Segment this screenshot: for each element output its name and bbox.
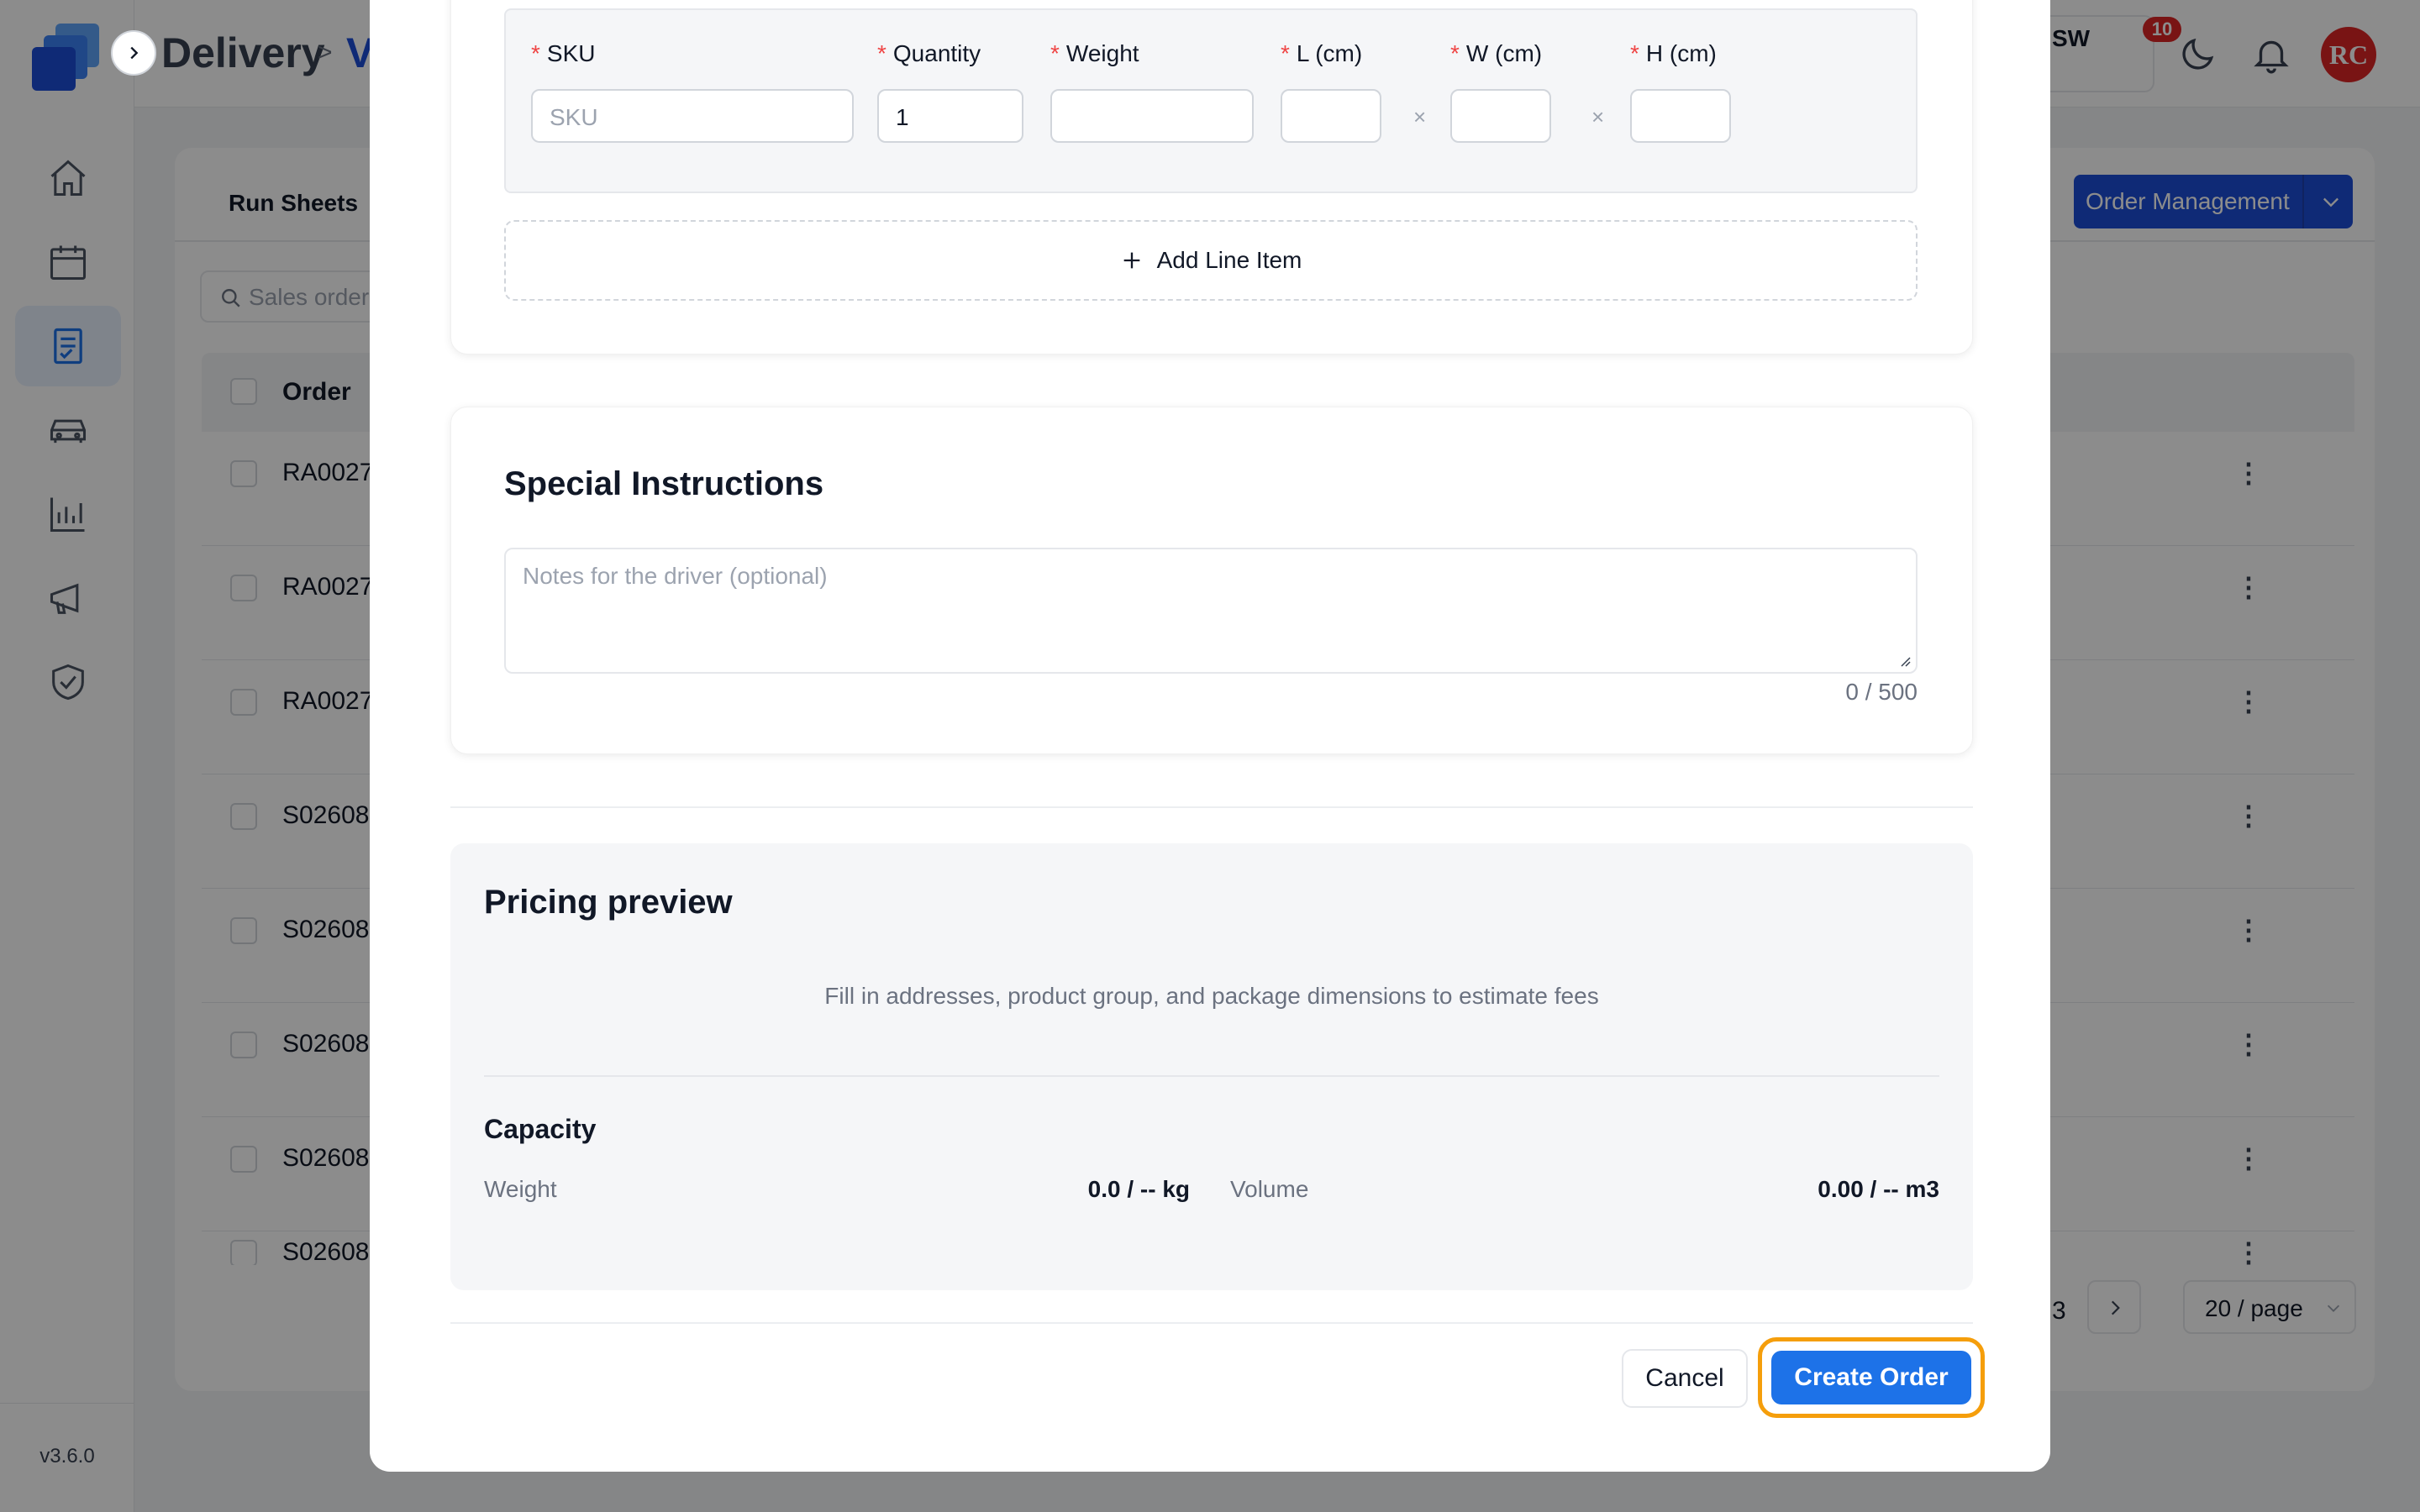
cancel-button[interactable]: Cancel	[1622, 1349, 1748, 1408]
required-mark: *	[1281, 40, 1290, 66]
width-input[interactable]	[1450, 89, 1551, 143]
sku-input[interactable]: SKU	[531, 89, 854, 143]
pricing-hint: Fill in addresses, product group, and pa…	[824, 983, 1599, 1009]
add-line-item-label: Add Line Item	[1156, 247, 1302, 273]
required-mark: *	[1450, 40, 1460, 66]
divider	[484, 1075, 1939, 1077]
pricing-preview-panel: Pricing preview Fill in addresses, produ…	[450, 843, 1973, 1290]
chevron-right-icon	[130, 46, 139, 60]
quantity-label: * Quantity	[877, 40, 981, 66]
capacity-volume-value: 0.00 / -- m3	[1818, 1176, 1939, 1202]
capacity-weight-label: Weight	[484, 1176, 557, 1202]
pricing-preview-title: Pricing preview	[484, 884, 733, 921]
capacity-weight-value: 0.0 / -- kg	[1087, 1176, 1190, 1202]
footer-divider	[450, 1322, 1973, 1324]
plus-icon	[1123, 252, 1139, 269]
special-instructions-textarea[interactable]: Notes for the driver (optional)	[504, 548, 1918, 674]
create-order-button[interactable]: Create Order	[1771, 1351, 1971, 1404]
height-input[interactable]	[1630, 89, 1731, 143]
capacity-title: Capacity	[484, 1114, 597, 1144]
sku-label: * SKU	[531, 40, 596, 66]
weight-label: * Weight	[1050, 40, 1139, 66]
create-order-label: Create Order	[1794, 1363, 1949, 1391]
resize-handle-icon[interactable]	[1897, 654, 1911, 667]
required-mark: *	[1050, 40, 1060, 66]
capacity-volume-label: Volume	[1230, 1176, 1309, 1202]
line-item-row: * SKU SKU * Quantity 1 * Weight * L (cm) × *…	[504, 8, 1918, 193]
required-mark: *	[877, 40, 886, 66]
add-line-item-button[interactable]: Add Line Item	[504, 220, 1918, 301]
height-label: * H (cm)	[1630, 40, 1717, 66]
cancel-label: Cancel	[1645, 1364, 1724, 1392]
character-counter: 0 / 500	[1845, 679, 1918, 705]
required-mark: *	[1630, 40, 1639, 66]
textarea-placeholder: Notes for the driver (optional)	[523, 563, 828, 589]
times-separator: ×	[1413, 104, 1427, 129]
weight-input[interactable]	[1050, 89, 1254, 143]
sidebar-expand-button[interactable]	[111, 30, 156, 76]
special-instructions-title: Special Instructions	[504, 465, 824, 502]
width-label: * W (cm)	[1450, 40, 1543, 66]
length-input[interactable]	[1281, 89, 1381, 143]
create-order-modal: * SKU SKU * Quantity 1 * Weight * L (cm) × *…	[370, 0, 2050, 1472]
divider	[450, 806, 1973, 808]
times-separator: ×	[1591, 104, 1605, 129]
required-mark: *	[531, 40, 540, 66]
quantity-input[interactable]: 1	[877, 89, 1023, 143]
length-label: * L (cm)	[1281, 40, 1363, 66]
